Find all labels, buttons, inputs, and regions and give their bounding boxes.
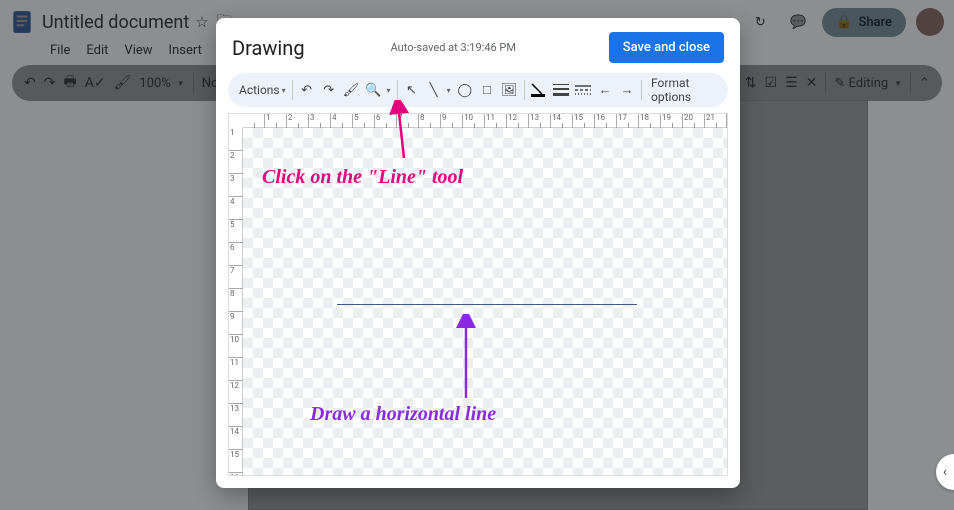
zoom-icon[interactable]: 🔍	[365, 80, 381, 100]
line-tool-icon[interactable]: ╲	[426, 80, 442, 100]
format-options-button[interactable]: Format options	[651, 76, 717, 104]
autosave-label: Auto-saved at 3:19:46 PM	[391, 41, 516, 54]
select-tool-icon[interactable]: ↖	[403, 80, 419, 100]
drawing-canvas[interactable]	[243, 128, 727, 475]
line-color-icon[interactable]	[530, 80, 546, 100]
drawing-dialog: Drawing Auto-saved at 3:19:46 PM Save an…	[216, 18, 740, 488]
vertical-ruler: 1234567891011121314151617	[229, 128, 243, 475]
drawn-horizontal-line[interactable]	[337, 304, 637, 305]
line-dash-icon[interactable]	[575, 80, 591, 100]
image-tool-icon[interactable]: 🖼	[501, 80, 518, 100]
horizontal-ruler: 123456789101112131415161718192021	[243, 114, 727, 128]
line-start-icon[interactable]: ←	[597, 80, 613, 100]
drawing-toolbar: Actions▾ ↶ ↷ 🖌 🔍▾ ↖ ╲▾ ◯ □ 🖼 ← → Format …	[228, 73, 728, 107]
drawing-title: Drawing	[232, 36, 305, 60]
line-end-icon[interactable]: →	[619, 80, 635, 100]
undo-icon[interactable]: ↶	[298, 80, 314, 100]
paint-format-icon[interactable]: 🖌	[343, 80, 360, 100]
redo-icon[interactable]: ↷	[321, 80, 337, 100]
actions-menu[interactable]: Actions▾	[239, 83, 286, 97]
save-and-close-button[interactable]: Save and close	[609, 32, 724, 63]
shape-tool-icon[interactable]: ◯	[457, 80, 473, 100]
line-weight-icon[interactable]	[553, 80, 569, 100]
textbox-tool-icon[interactable]: □	[479, 80, 495, 100]
